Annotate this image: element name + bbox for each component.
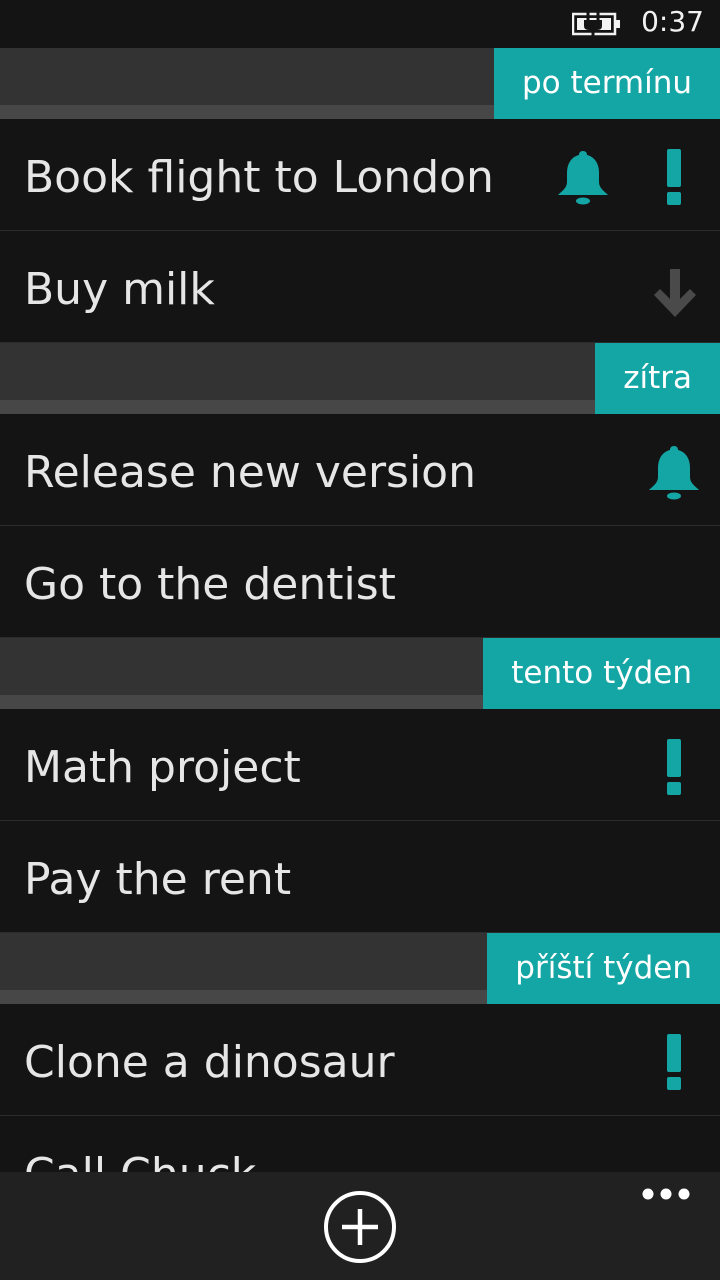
group-label: po termínu [493,48,720,119]
group-header-this-week: tento týden [0,638,720,709]
task-row[interactable]: Call Chuck [0,1116,720,1172]
task-title: Release new version [24,447,476,498]
group-header-tomorrow: zítra [0,343,720,414]
task-title: Book flight to London [24,152,494,203]
exclamation-icon [667,149,681,205]
exclamation-icon [667,1034,681,1090]
status-bar: 0:37 [0,0,720,48]
task-title: Call Chuck [24,1116,256,1172]
group-label: zítra [595,343,720,414]
task-row[interactable]: Pay the rent [0,821,720,933]
battery-charging-icon [572,11,620,37]
arrow-down-icon [654,269,696,317]
bell-icon [649,446,699,500]
task-row[interactable]: Math project [0,709,720,821]
task-title: Buy milk [24,264,215,315]
task-list[interactable]: po termínu Book flight to London Buy mil… [0,48,720,1172]
app-bar [0,1172,720,1280]
group-label: tento týden [483,638,720,709]
task-row[interactable]: Clone a dinosaur [0,1004,720,1116]
group-header-overdue: po termínu [0,48,720,119]
add-circle-icon[interactable] [323,1190,397,1264]
bell-icon [558,151,608,205]
exclamation-icon [667,739,681,795]
group-label: příští týden [487,933,720,1004]
task-title: Pay the rent [24,854,292,905]
more-dots-icon[interactable] [640,1184,692,1204]
group-header-next-week: příští týden [0,933,720,1004]
task-title: Math project [24,742,301,793]
task-row[interactable]: Release new version [0,414,720,526]
task-row[interactable]: Book flight to London [0,119,720,231]
task-title: Clone a dinosaur [24,1037,395,1088]
task-row[interactable]: Go to the dentist [0,526,720,638]
task-row[interactable]: Buy milk [0,231,720,343]
clock: 0:37 [641,5,704,38]
task-title: Go to the dentist [24,559,396,610]
